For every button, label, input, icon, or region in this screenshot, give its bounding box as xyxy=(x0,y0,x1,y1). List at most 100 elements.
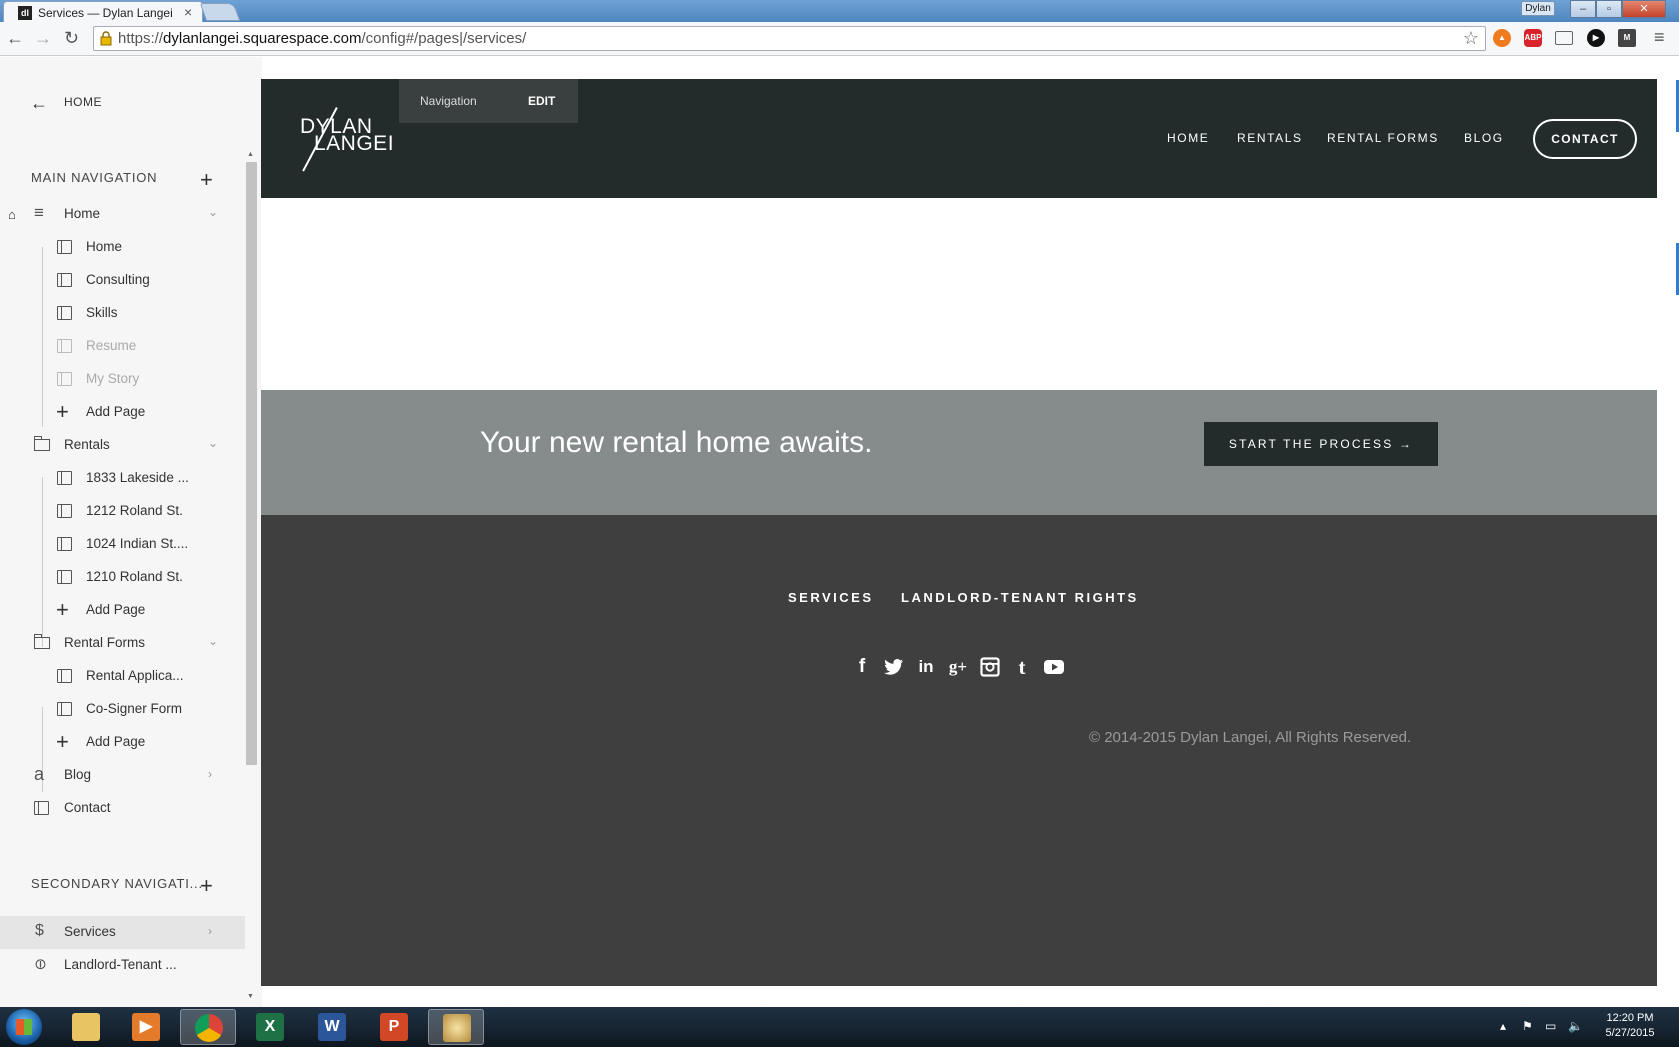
taskbar-chrome[interactable] xyxy=(180,1009,236,1045)
url-path: /config#/pages|/services/ xyxy=(361,30,527,47)
footer-link-landlord-tenant[interactable]: LANDLORD-TENANT RIGHTS xyxy=(901,590,1139,605)
copyright-text: © 2014-2015 Dylan Langei, All Rights Res… xyxy=(1089,729,1412,746)
menu-icon[interactable]: ≡ xyxy=(1654,27,1665,48)
bookmark-star-icon[interactable]: ☆ xyxy=(1463,28,1479,49)
site-logo[interactable]: DYLAN LANGEI xyxy=(292,107,395,175)
sidebar-item-resume[interactable]: Resume xyxy=(0,330,245,363)
taskbar-media-player[interactable]: ▶ xyxy=(118,1009,174,1045)
media-player-icon: ▶ xyxy=(132,1013,160,1041)
address-bar[interactable]: https://dylanlangei.squarespace.com/conf… xyxy=(93,26,1486,51)
minimize-button[interactable]: – xyxy=(1570,0,1596,18)
tab-close-icon[interactable]: × xyxy=(184,4,192,20)
taskbar-paint[interactable] xyxy=(428,1009,484,1045)
browser-titlebar: dl Services — Dylan Langei × Dylan – ▫ ✕ xyxy=(0,0,1679,23)
forward-icon[interactable]: → xyxy=(34,28,52,49)
scroll-down-icon[interactable]: ▼ xyxy=(247,993,254,1000)
profile-button[interactable]: Dylan xyxy=(1521,1,1555,16)
sidebar-item-blog[interactable]: a Blog › xyxy=(0,759,245,792)
nav-link-rentals[interactable]: RENTALS xyxy=(1237,131,1303,145)
plus-icon: + xyxy=(56,729,69,754)
footer-link-services[interactable]: SERVICES xyxy=(788,590,874,605)
network-icon[interactable]: ▭ xyxy=(1545,1019,1556,1033)
home-back-link[interactable]: HOME xyxy=(64,95,102,109)
reload-icon[interactable]: ↻ xyxy=(64,28,79,49)
maximize-button[interactable]: ▫ xyxy=(1596,0,1622,18)
instagram-icon[interactable] xyxy=(979,656,1001,678)
sidebar-item-1212-roland[interactable]: 1212 Roland St. xyxy=(0,495,245,528)
sidebar-item-my-story[interactable]: My Story xyxy=(0,363,245,396)
page-icon xyxy=(57,306,72,320)
sidebar-item-rentals[interactable]: Rentals ⌄ xyxy=(0,429,245,462)
add-page-button[interactable]: + Add Page xyxy=(0,594,245,627)
page-icon xyxy=(57,537,72,551)
linkedin-icon[interactable]: in xyxy=(915,656,937,678)
sidebar-item-contact[interactable]: Contact xyxy=(0,792,245,825)
page-icon xyxy=(57,240,72,254)
twitter-icon[interactable] xyxy=(883,656,905,678)
sidebar-item-label: 1833 Lakeside ... xyxy=(86,470,189,485)
action-center-flag-icon[interactable]: ⚑ xyxy=(1522,1019,1533,1033)
tumblr-icon[interactable]: t xyxy=(1011,656,1033,678)
youtube-icon[interactable] xyxy=(1043,656,1065,678)
chevron-right-icon[interactable]: › xyxy=(208,924,212,938)
google-plus-icon[interactable]: g+ xyxy=(947,656,969,678)
edit-button[interactable]: EDIT xyxy=(528,94,555,108)
sidebar-item-home-page[interactable]: Home xyxy=(0,231,245,264)
sidebar-item-1210-roland[interactable]: 1210 Roland St. xyxy=(0,561,245,594)
system-clock[interactable]: 12:20 PM 5/27/2015 xyxy=(1600,1011,1660,1041)
extension-fire-icon[interactable]: ▲ xyxy=(1493,29,1511,47)
sidebar-item-services[interactable]: $ Services › xyxy=(0,916,245,949)
chevron-down-icon[interactable]: ⌄ xyxy=(208,436,218,450)
plus-icon: + xyxy=(56,399,69,424)
contact-button[interactable]: CONTACT xyxy=(1533,119,1637,159)
chevron-down-icon[interactable]: ⌄ xyxy=(208,634,218,648)
back-arrow-icon[interactable]: ← xyxy=(30,93,48,114)
logo-text-bottom: LANGEI xyxy=(314,132,395,155)
chevron-right-icon[interactable]: › xyxy=(208,767,212,781)
nav-link-blog[interactable]: BLOG xyxy=(1464,131,1504,145)
sidebar-scrollbar[interactable] xyxy=(246,162,257,765)
start-process-button[interactable]: START THE PROCESS → xyxy=(1204,422,1438,466)
sidebar-item-home-index[interactable]: ⌂ ≡ Home ⌄ xyxy=(0,198,245,231)
sidebar-item-rental-forms[interactable]: Rental Forms ⌄ xyxy=(0,627,245,660)
facebook-icon[interactable]: f xyxy=(851,656,873,678)
scroll-up-icon[interactable]: ▲ xyxy=(247,151,254,158)
add-main-nav-icon[interactable]: + xyxy=(200,169,213,191)
main-navigation-title: MAIN NAVIGATION xyxy=(31,170,158,185)
show-hidden-icons[interactable]: ▴ xyxy=(1500,1019,1506,1033)
sidebar-item-consulting[interactable]: Consulting xyxy=(0,264,245,297)
taskbar-powerpoint[interactable]: P xyxy=(366,1009,422,1045)
window-close-button[interactable]: ✕ xyxy=(1622,0,1666,18)
browser-tab[interactable]: dl Services — Dylan Langei × xyxy=(3,1,203,23)
nav-link-home[interactable]: HOME xyxy=(1167,131,1209,145)
taskbar-explorer[interactable] xyxy=(58,1009,114,1045)
sidebar-item-rental-application[interactable]: Rental Applica... xyxy=(0,660,245,693)
add-page-button[interactable]: + Add Page xyxy=(0,726,245,759)
add-page-button[interactable]: + Add Page xyxy=(0,396,245,429)
navigation-label: Navigation xyxy=(420,94,477,108)
cast-icon[interactable] xyxy=(1555,31,1573,45)
link-icon: ⊘ xyxy=(30,953,52,975)
taskbar-excel[interactable]: X xyxy=(242,1009,298,1045)
back-icon[interactable]: ← xyxy=(6,28,24,49)
add-secondary-nav-icon[interactable]: + xyxy=(200,875,213,897)
page-icon xyxy=(57,273,72,287)
site-header: DYLAN LANGEI Navigation EDIT HOME RENTAL… xyxy=(261,79,1657,198)
sidebar-item-co-signer-form[interactable]: Co-Signer Form xyxy=(0,693,245,726)
adblock-plus-icon[interactable]: ABP xyxy=(1524,29,1542,47)
play-extension-icon[interactable]: ▶ xyxy=(1587,29,1605,47)
sidebar-item-label: Contact xyxy=(64,800,111,815)
windows-taskbar: ▶ X W P ▴ ⚑ ▭ 🔈 12:20 PM 5/27/2015 xyxy=(0,1007,1679,1047)
sidebar-item-label: 1210 Roland St. xyxy=(86,569,183,584)
taskbar-word[interactable]: W xyxy=(304,1009,360,1045)
sidebar-item-1024-indian[interactable]: 1024 Indian St.... xyxy=(0,528,245,561)
start-button[interactable] xyxy=(6,1009,42,1045)
sidebar-item-skills[interactable]: Skills xyxy=(0,297,245,330)
m-extension-icon[interactable]: M xyxy=(1618,29,1636,47)
volume-icon[interactable]: 🔈 xyxy=(1568,1019,1583,1033)
new-tab-button[interactable] xyxy=(199,3,241,21)
chevron-down-icon[interactable]: ⌄ xyxy=(208,205,218,219)
sidebar-item-1833-lakeside[interactable]: 1833 Lakeside ... xyxy=(0,462,245,495)
sidebar-item-landlord-tenant[interactable]: ⊘ Landlord-Tenant ... xyxy=(0,949,245,982)
nav-link-rental-forms[interactable]: RENTAL FORMS xyxy=(1327,131,1439,145)
